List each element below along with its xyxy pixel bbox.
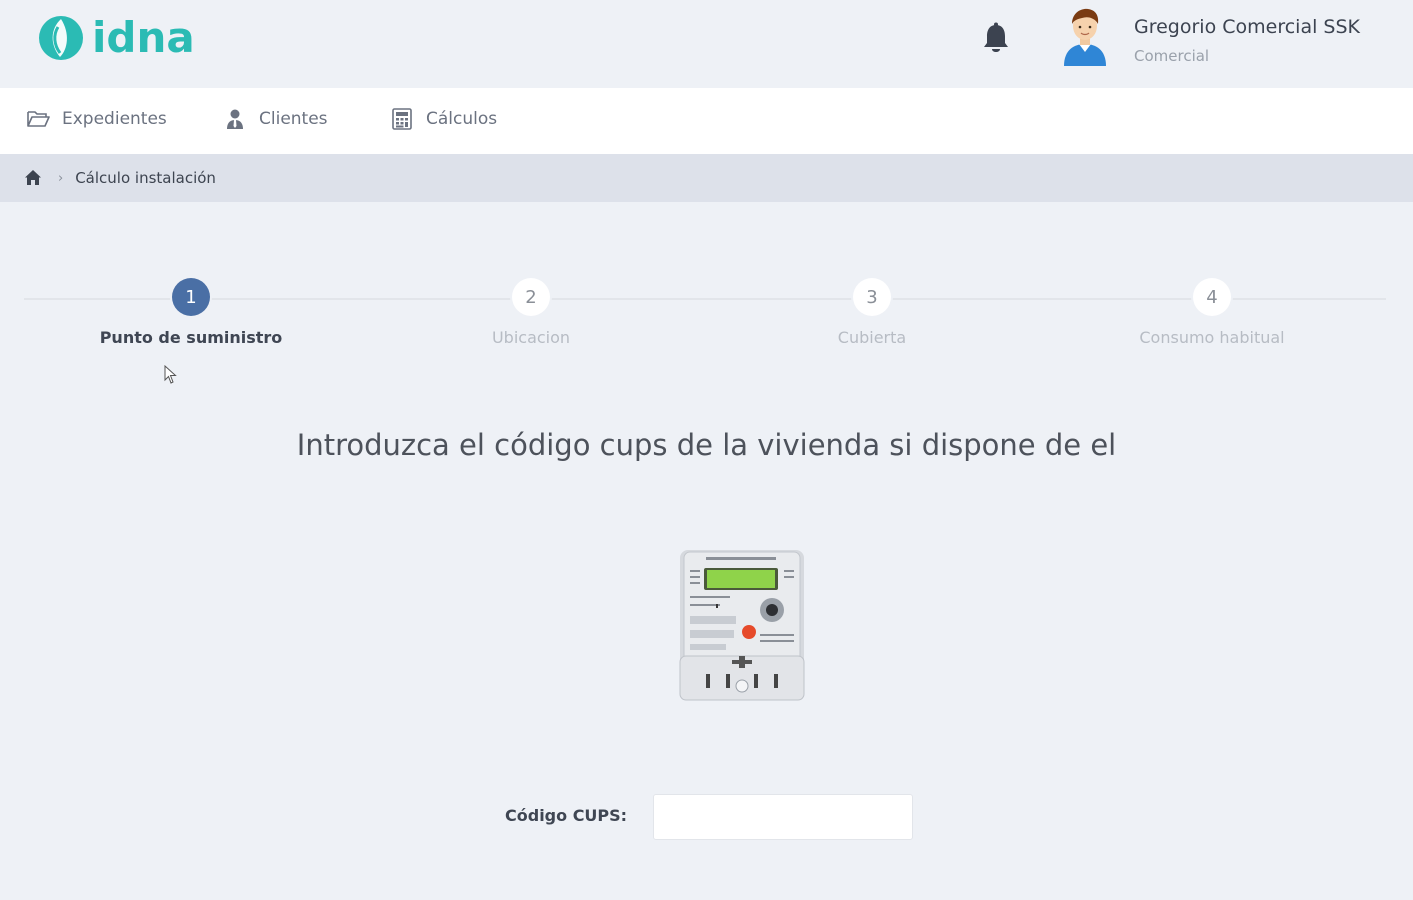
page-heading: Introduzca el código cups de la vivienda… xyxy=(296,428,1117,462)
step-2[interactable]: 2 Ubicacion xyxy=(381,278,681,347)
step-number[interactable]: 4 xyxy=(1193,278,1231,316)
breadcrumb-current: Cálculo instalación xyxy=(75,169,216,187)
step-number[interactable]: 1 xyxy=(172,278,210,316)
calculator-icon xyxy=(390,108,414,130)
main-nav: Expedientes Clientes Cálculos xyxy=(0,88,1413,154)
breadcrumb: › Cálculo instalación xyxy=(0,154,1413,202)
nav-label: Cálculos xyxy=(426,109,498,129)
step-label: Consumo habitual xyxy=(1139,328,1285,347)
top-header: idna Gregorio Comercial SSK Comercial xyxy=(0,0,1413,88)
step-label: Ubicacion xyxy=(491,328,571,347)
step-label: Punto de suministro xyxy=(99,328,283,347)
nav-item-expedientes[interactable]: Expedientes xyxy=(26,108,167,130)
bell-icon[interactable] xyxy=(980,22,1012,56)
nav-item-clientes[interactable]: Clientes xyxy=(223,108,328,130)
nav-item-calculos[interactable]: Cálculos xyxy=(390,108,497,130)
user-tie-icon xyxy=(223,108,247,130)
user-avatar[interactable] xyxy=(1058,6,1112,66)
step-3[interactable]: 3 Cubierta xyxy=(722,278,1022,347)
step-4[interactable]: 4 Consumo habitual xyxy=(1062,278,1362,347)
breadcrumb-separator: › xyxy=(58,170,64,186)
electric-meter-image xyxy=(679,550,805,701)
step-number[interactable]: 3 xyxy=(853,278,891,316)
cups-label: Código CUPS: xyxy=(505,806,628,825)
home-icon[interactable] xyxy=(24,169,42,187)
step-label: Cubierta xyxy=(837,328,907,347)
nav-label: Expedientes xyxy=(62,109,167,129)
cups-input[interactable] xyxy=(653,794,913,840)
user-role: Comercial xyxy=(1134,47,1210,65)
step-1[interactable]: 1 Punto de suministro xyxy=(41,278,341,347)
user-name[interactable]: Gregorio Comercial SSK xyxy=(1134,16,1360,38)
step-number[interactable]: 2 xyxy=(512,278,550,316)
folder-open-icon xyxy=(26,108,50,130)
nav-label: Clientes xyxy=(259,109,328,129)
brand-name: idna xyxy=(92,13,195,62)
mouse-cursor-icon xyxy=(164,365,177,384)
logo-mark-icon xyxy=(39,16,83,60)
brand-logo[interactable]: idna xyxy=(38,14,195,62)
